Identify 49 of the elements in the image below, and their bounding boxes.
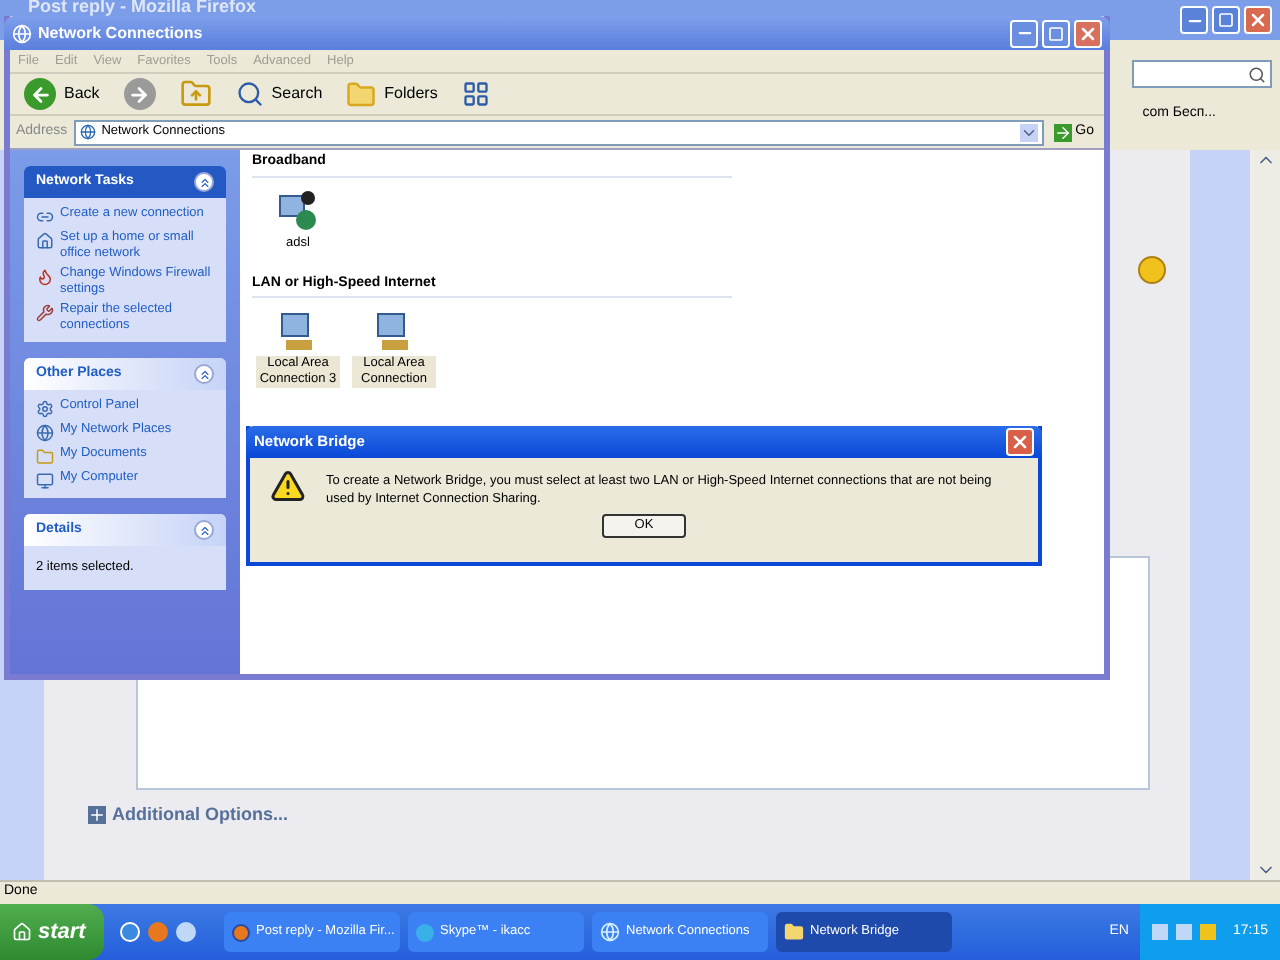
search-icon xyxy=(235,80,264,108)
collapse-chevron-icon xyxy=(197,175,211,189)
wrench-icon xyxy=(36,304,54,322)
search-button[interactable]: Search xyxy=(227,76,331,112)
back-button[interactable]: Back xyxy=(16,76,108,112)
views-icon xyxy=(461,80,490,108)
start-button[interactable]: start xyxy=(0,904,104,960)
dropdown-icon[interactable] xyxy=(1019,123,1038,141)
close-icon xyxy=(1010,432,1030,452)
window-title: Network Connections xyxy=(38,21,203,45)
lan-connection-icon xyxy=(374,310,414,354)
close-button[interactable] xyxy=(1074,19,1102,47)
warning-icon xyxy=(270,468,306,504)
maximize-button[interactable] xyxy=(1212,6,1240,34)
network-icon xyxy=(36,424,54,442)
minimize-button[interactable] xyxy=(1180,6,1208,34)
maximize-icon xyxy=(1218,12,1234,28)
close-icon xyxy=(1078,23,1098,43)
maximize-button[interactable] xyxy=(1042,19,1070,47)
folder-icon xyxy=(346,79,377,109)
network-icon xyxy=(12,23,32,43)
lan-connection-icon xyxy=(278,310,318,354)
minimize-button[interactable] xyxy=(1010,19,1038,47)
close-button[interactable] xyxy=(1244,6,1272,34)
collapse-button[interactable] xyxy=(194,520,214,540)
collapse-chevron-icon xyxy=(197,523,211,537)
window-title: Post reply - Mozilla Firefox xyxy=(28,0,257,21)
close-icon xyxy=(1248,10,1268,30)
search-field[interactable] xyxy=(1132,60,1272,88)
computer-icon xyxy=(36,472,54,490)
folders-button[interactable]: Folders xyxy=(338,76,446,112)
collapse-chevron-icon xyxy=(197,367,211,381)
firewall-icon xyxy=(36,268,54,286)
home-icon xyxy=(36,232,54,250)
folder-icon xyxy=(36,448,54,466)
folder-icon xyxy=(784,922,804,942)
network-icon xyxy=(79,124,96,140)
expand-icon xyxy=(88,806,106,825)
collapse-button[interactable] xyxy=(194,364,214,384)
network-icon xyxy=(600,922,620,942)
up-folder-icon xyxy=(179,78,212,110)
settings-icon xyxy=(36,400,54,418)
collapse-button[interactable] xyxy=(194,172,214,192)
maximize-icon xyxy=(1048,25,1064,41)
broadband-connection-icon xyxy=(278,189,318,233)
connection-icon xyxy=(36,208,54,226)
search-icon xyxy=(1248,65,1266,83)
close-button[interactable] xyxy=(1006,428,1034,456)
additional-options-link[interactable]: Additional Options... xyxy=(112,802,288,829)
